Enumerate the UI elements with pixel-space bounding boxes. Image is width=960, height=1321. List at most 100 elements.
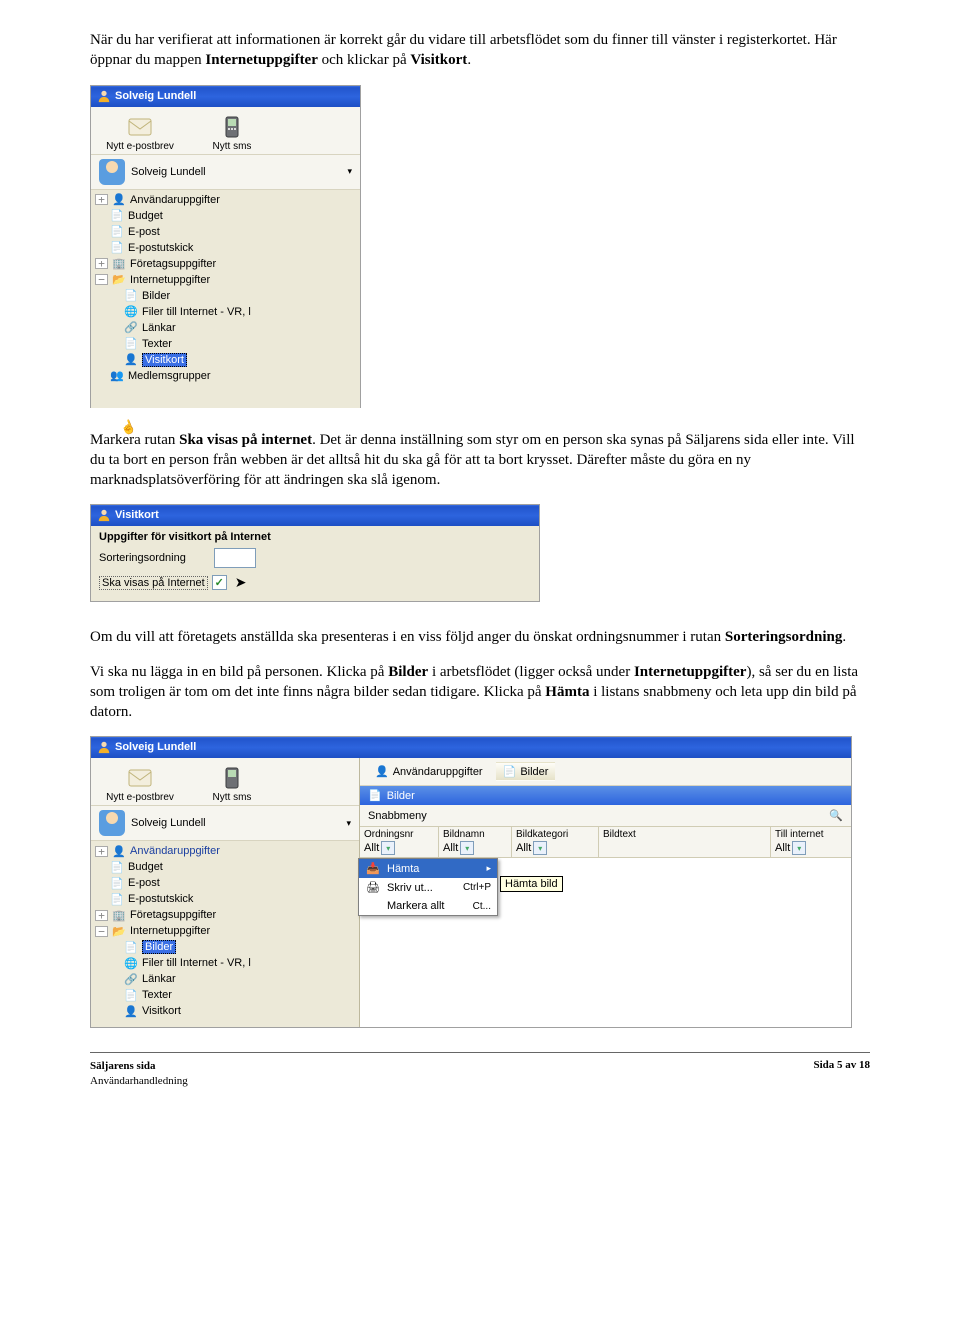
window-title: Solveig Lundell: [115, 90, 196, 102]
tree-item-internetuppgifter[interactable]: −📂Internetuppgifter: [95, 272, 356, 288]
bold: Bilder: [388, 664, 428, 680]
new-sms-button[interactable]: Nytt sms: [197, 115, 267, 152]
page-icon: 📄: [109, 241, 125, 254]
chevron-down-icon: ▾: [346, 818, 351, 829]
new-email-button[interactable]: Nytt e-postbrev: [105, 115, 175, 152]
tree-item-foretagsuppgifter[interactable]: +🏢Företagsuppgifter: [95, 256, 356, 272]
collapse-icon[interactable]: −: [95, 926, 108, 937]
sorteringsordning-input[interactable]: [214, 548, 256, 568]
user-header-button[interactable]: Solveig Lundell ▾: [91, 155, 360, 190]
filter-value: Allt: [516, 842, 531, 854]
tree-item-visitkort[interactable]: 👤Visitkort: [95, 1003, 355, 1019]
shortcut: Ct...: [473, 901, 491, 912]
tree-item-texter[interactable]: 📄Texter: [95, 987, 355, 1003]
window-title: Solveig Lundell: [115, 741, 196, 753]
avatar-icon: [99, 810, 125, 836]
expand-icon[interactable]: +: [95, 910, 108, 921]
envelope-icon: [105, 766, 175, 790]
tree-item-lankar[interactable]: 🔗Länkar: [95, 971, 355, 987]
screenshot-bilder-list: Solveig Lundell Nytt e-postbrev Nytt sms: [90, 736, 852, 1028]
col-tillinternet[interactable]: Till internet Allt▾: [771, 827, 851, 857]
tree-item-lankar[interactable]: 🔗Länkar: [95, 320, 356, 336]
tree-item-texter[interactable]: 📄Texter: [95, 336, 356, 352]
tree-view: +👤Användaruppgifter 📄Budget 📄E-post 📄E-p…: [91, 841, 359, 1027]
link-icon: 🔗: [123, 321, 139, 334]
dropdown-icon[interactable]: ▾: [381, 841, 395, 855]
phone-icon: [197, 115, 267, 139]
col-bildtext[interactable]: Bildtext: [599, 827, 771, 857]
bold: Ska visas på internet: [179, 432, 312, 448]
label: Nytt e-postbrev: [105, 141, 175, 152]
tree-item-anvandaruppgifter[interactable]: +👤Användaruppgifter: [95, 192, 356, 208]
expand-icon[interactable]: +: [95, 846, 108, 857]
user-header-button[interactable]: Solveig Lundell ▾: [91, 806, 359, 841]
label: E-postutskick: [128, 242, 193, 254]
intro-paragraph: När du har verifierat att informationen …: [90, 30, 870, 71]
phone-icon: [197, 766, 267, 790]
new-email-button[interactable]: Nytt e-postbrev: [105, 766, 175, 803]
expand-icon[interactable]: +: [95, 194, 108, 205]
paragraph: Vi ska nu lägga in en bild på personen. …: [90, 662, 870, 723]
dropdown-icon[interactable]: ▾: [460, 841, 474, 855]
dropdown-icon[interactable]: ▾: [792, 841, 806, 855]
chevron-down-icon: ▾: [347, 166, 352, 177]
import-icon: 📥: [365, 862, 381, 875]
window-title: Visitkort: [115, 509, 159, 521]
person-icon: [97, 89, 111, 103]
label: Markera allt: [387, 900, 467, 912]
label: Hämta: [387, 863, 480, 875]
collapse-icon[interactable]: −: [95, 274, 108, 285]
page-icon: 📄: [368, 789, 382, 802]
tree-item-filer[interactable]: 🌐Filer till Internet - VR, l: [95, 304, 356, 320]
label: Sorteringsordning: [99, 552, 204, 564]
page-icon: 📄: [123, 989, 139, 1002]
breadcrumb-bilder[interactable]: 📄Bilder: [496, 762, 556, 781]
ska-visas-checkbox[interactable]: ✓: [212, 575, 227, 590]
person-icon: 👤: [111, 845, 127, 858]
globe-icon: 🌐: [123, 957, 139, 970]
col-bildkategori[interactable]: Bildkategori Allt▾: [512, 827, 599, 857]
tree-item-foretagsuppgifter[interactable]: +🏢Företagsuppgifter: [95, 907, 355, 923]
label: Ska visas på Internet: [99, 576, 208, 590]
paragraph: Om du vill att företagets anställda ska …: [90, 627, 870, 647]
search-icon[interactable]: 🔍: [829, 809, 843, 822]
tree-item-bilder[interactable]: 📄Bilder: [95, 288, 356, 304]
expand-icon[interactable]: +: [95, 258, 108, 269]
breadcrumb-user[interactable]: 👤Användaruppgifter: [368, 762, 490, 781]
col-bildnamn[interactable]: Bildnamn Allt▾: [439, 827, 512, 857]
page-icon: 📄: [109, 877, 125, 890]
page-icon: 📄: [109, 209, 125, 222]
text: Om du vill att företagets anställda ska …: [90, 629, 725, 645]
toolbar: Nytt e-postbrev Nytt sms: [91, 107, 360, 155]
paragraph: Markera rutan Ska visas på internet. Det…: [90, 430, 870, 491]
menu-item-markera-allt[interactable]: Markera allt Ct...: [359, 897, 497, 915]
person-icon: 👤: [375, 765, 389, 778]
person-icon: [97, 508, 111, 522]
label: Budget: [128, 210, 163, 222]
tree-item-budget[interactable]: 📄Budget: [95, 208, 356, 224]
tree-item-epost[interactable]: 📄E-post: [95, 224, 356, 240]
tree-item-filer[interactable]: 🌐Filer till Internet - VR, l: [95, 955, 355, 971]
menu-item-skrivut[interactable]: 🖨 Skriv ut... Ctrl+P: [359, 878, 497, 897]
tree-item-budget[interactable]: 📄Budget: [95, 859, 355, 875]
label: Texter: [142, 338, 172, 350]
tree-item-internetuppgifter[interactable]: −📂Internetuppgifter: [95, 923, 355, 939]
tree-item-anvandaruppgifter[interactable]: +👤Användaruppgifter: [95, 843, 355, 859]
label: Länkar: [142, 973, 176, 985]
left-panel: Nytt e-postbrev Nytt sms Solveig Lundell…: [91, 758, 360, 1027]
menu-item-hamta[interactable]: 📥 Hämta ▸: [359, 859, 497, 878]
new-sms-button[interactable]: Nytt sms: [197, 766, 267, 803]
dropdown-icon[interactable]: ▾: [533, 841, 547, 855]
tree-item-epostutskick[interactable]: 📄E-postutskick: [95, 891, 355, 907]
page-number: Sida 5 av 18: [813, 1059, 870, 1089]
tree-item-epostutskick[interactable]: 📄E-postutskick: [95, 240, 356, 256]
person-icon: 👤: [123, 353, 139, 366]
right-panel: 👤Användaruppgifter 📄Bilder 📄 Bilder Snab…: [360, 758, 851, 1027]
tree-item-bilder[interactable]: 📄Bilder: [95, 939, 355, 955]
tree-item-epost[interactable]: 📄E-post: [95, 875, 355, 891]
page-icon: 📄: [503, 765, 517, 778]
tree-item-medlemsgrupper[interactable]: 👥Medlemsgrupper: [95, 368, 356, 384]
col-ordningsnr[interactable]: Ordningsnr Allt▾: [360, 827, 439, 857]
snabbmeny-label[interactable]: Snabbmeny: [368, 810, 829, 822]
link-icon: 🔗: [123, 973, 139, 986]
